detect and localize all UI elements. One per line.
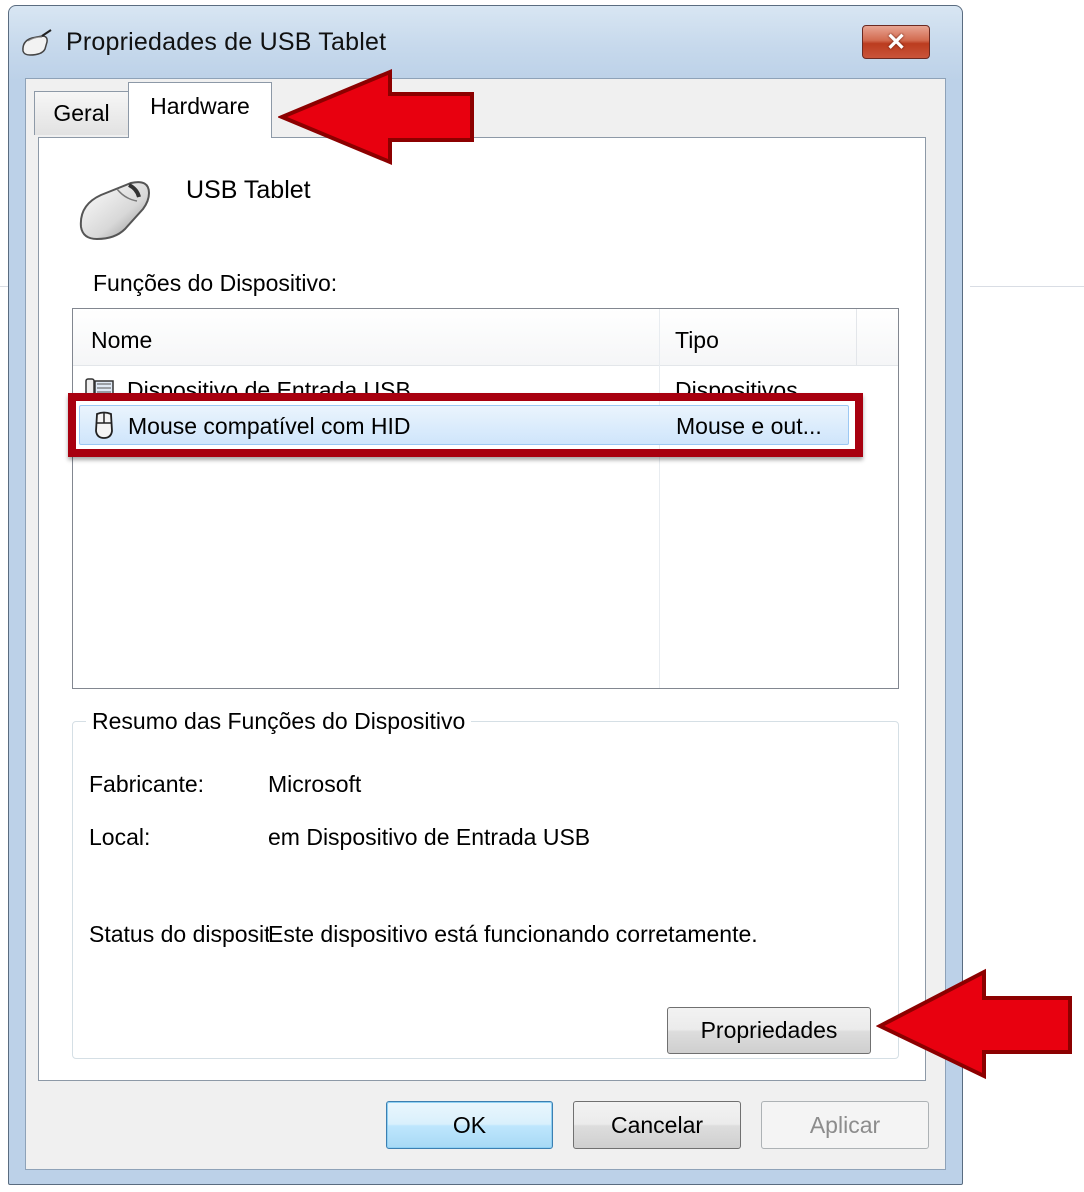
functions-listview[interactable]: Nome Tipo Dispositivo de Entrada USB Dis… <box>72 308 899 689</box>
location-label: Local: <box>89 824 151 850</box>
listview-header: Nome Tipo <box>73 309 898 366</box>
highlight-box <box>68 393 863 457</box>
column-divider <box>659 309 660 688</box>
column-header-nome[interactable]: Nome <box>91 327 152 354</box>
location-value: em Dispositivo de Entrada USB <box>268 824 591 850</box>
tab-geral[interactable]: Geral <box>34 91 129 135</box>
background-line <box>0 286 8 287</box>
status-value: Este dispositivo está funcionando corret… <box>268 921 758 947</box>
apply-button[interactable]: Aplicar <box>761 1101 929 1149</box>
tab-hardware[interactable]: Hardware <box>128 82 272 138</box>
mouse-icon <box>22 29 52 56</box>
close-icon: ✕ <box>885 28 907 56</box>
ok-button[interactable]: OK <box>386 1101 553 1149</box>
properties-button[interactable]: Propriedades <box>667 1007 871 1054</box>
annotation-arrow <box>278 69 474 165</box>
mouse-icon <box>79 181 151 241</box>
column-header-tipo[interactable]: Tipo <box>675 327 719 354</box>
annotation-arrow <box>876 968 1072 1080</box>
device-name: USB Tablet <box>186 176 311 204</box>
manufacturer-label: Fabricante: <box>89 771 205 797</box>
close-button[interactable]: ✕ <box>862 25 930 59</box>
functions-label: Funções do Dispositivo: <box>93 270 338 296</box>
status-label: Status do dispositivo: <box>89 921 269 947</box>
window-title: Propriedades de USB Tablet <box>66 28 387 56</box>
cancel-button[interactable]: Cancelar <box>573 1101 741 1149</box>
column-divider <box>856 309 857 365</box>
manufacturer-value: Microsoft <box>268 771 362 797</box>
background-line <box>970 286 1084 287</box>
summary-legend: Resumo das Funções do Dispositivo <box>86 708 472 735</box>
